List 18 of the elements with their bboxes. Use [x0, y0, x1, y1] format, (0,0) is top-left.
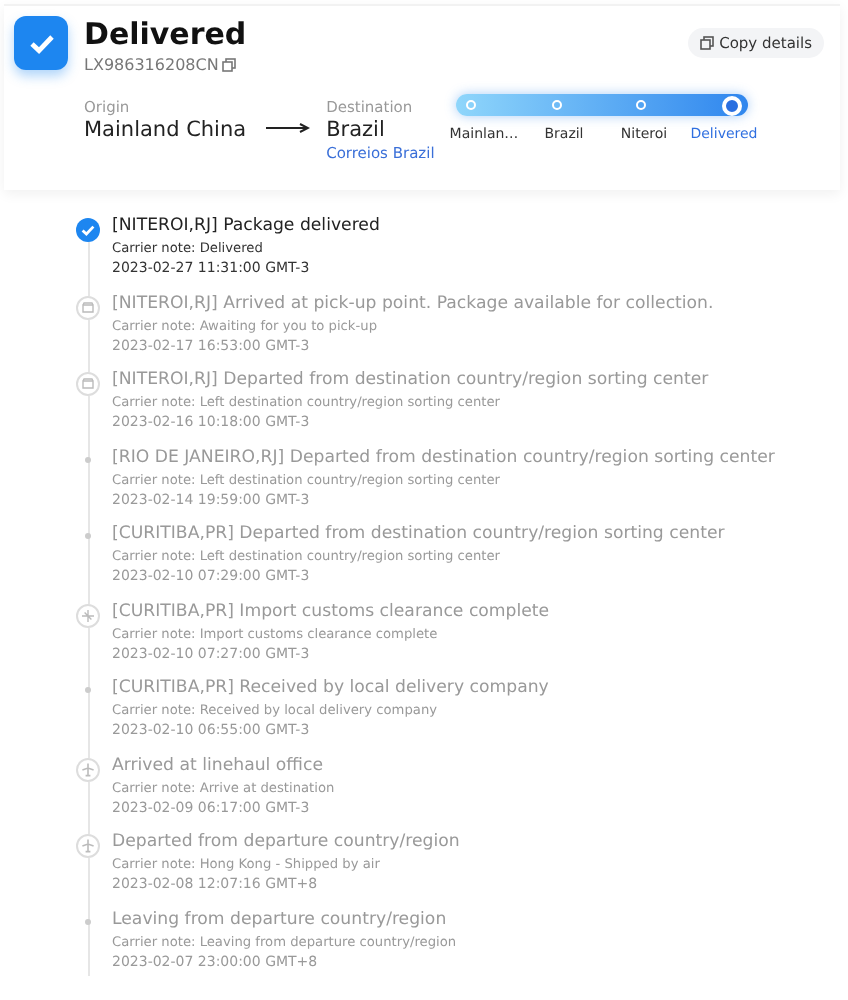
event-title: [CURITIBA,PR] Import customs clearance complete: [112, 601, 550, 621]
event-title: Arrived at linehaul office: [112, 755, 325, 775]
copy-icon: [699, 36, 714, 50]
event-title: [CURITIBA,PR] Received by local delivery company: [112, 678, 549, 698]
status-title: Delivered: [84, 16, 249, 52]
event-title: [NITEROI,RJ] Package delivered: [112, 216, 380, 236]
event-title: Leaving from departure country/region: [112, 909, 449, 929]
event-title: Departed from departure country/region: [112, 832, 460, 852]
event-title: [RIO DE JANEIRO,RJ] Departed from destination country/region sorting center: [112, 447, 775, 467]
copy-icon[interactable]: [222, 58, 237, 72]
event-title: [NITEROI,RJ] Departed from destination country/region sorting center: [112, 370, 709, 390]
destination-value: Brazil: [326, 118, 387, 142]
event-title: [CURITIBA,PR] Departed from destination country/region sorting center: [112, 524, 725, 544]
check-icon: [14, 16, 68, 70]
arrow-icon: [266, 122, 311, 134]
origin-value: Mainland China: [84, 118, 247, 142]
event-title: [NITEROI,RJ] Arrived at pick-up point. Package available for collection.: [112, 293, 714, 313]
tracking-number: LX986316208CN: [84, 56, 219, 74]
